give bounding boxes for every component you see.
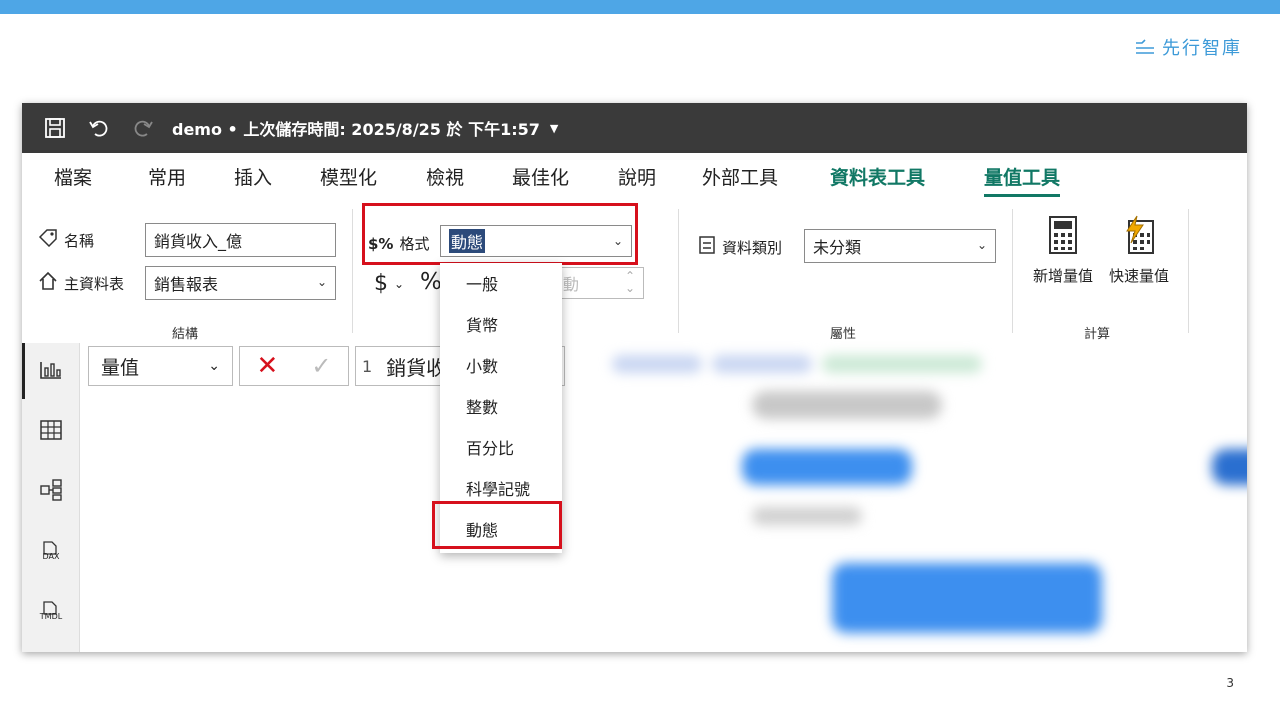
currency-button[interactable]: $ ⌄ [374,271,404,296]
data-category-select[interactable]: 未分類 ⌄ [804,229,996,263]
cancel-icon[interactable]: ✕ [257,351,279,381]
chevron-down-icon: ⌄ [316,275,327,289]
name-label: 名稱 [64,231,95,250]
stepper-icon: ⌃ ⌄ [624,269,635,295]
field-selector-value: 量值 [101,356,140,379]
field-selector[interactable]: 量值 ⌄ [88,346,233,386]
slide-top-bar [0,0,1280,14]
format-option-general[interactable]: 一般 [466,271,498,295]
new-measure-button[interactable]: 新增量值 [1026,215,1100,286]
blurred-chip [822,355,982,373]
chevron-down-icon: ⌄ [394,276,405,291]
calculations-group-label: 計算 [1084,327,1111,342]
decimal-value: 動 [563,275,580,294]
tab-external-tools[interactable]: 外部工具 [702,163,778,190]
title-bar: demo • 上次儲存時間: 2025/8/25 於 下午1:57 ▼ [22,103,1247,153]
data-category-label: 資料類別 [722,238,783,257]
home-table-value: 銷售報表 [154,275,219,294]
blurred-chip [712,355,812,373]
tab-file[interactable]: 檔案 [54,163,92,190]
ribbon: 名稱 銷貨收入_億 主資料表 銷售報表 ⌄ 結構 $% 格式 動態 ⌄ $ ⌄ … [22,199,1247,343]
name-field[interactable]: 銷貨收入_億 [145,223,336,257]
structure-group-label: 結構 [172,327,199,342]
currency-symbol: $ [374,271,388,296]
tab-help[interactable]: 說明 [618,163,656,190]
model-view-icon[interactable] [36,475,66,505]
chevron-down-icon[interactable]: ▼ [550,122,558,135]
percent-button[interactable]: % [420,269,442,295]
tab-view[interactable]: 檢視 [426,163,464,190]
format-option-currency[interactable]: 貨幣 [466,312,498,336]
active-view-indicator [22,343,25,399]
percent-symbol: % [420,269,442,295]
tab-insert[interactable]: 插入 [234,163,272,190]
blurred-button [1212,449,1247,485]
table-view-icon[interactable] [36,415,66,445]
blurred-text [752,507,862,525]
ribbon-tabs: 檔案 常用 插入 模型化 檢視 最佳化 說明 外部工具 資料表工具 量值工具 [22,153,1247,199]
dax-query-view-icon[interactable]: DAX [36,535,66,565]
tab-measure-tools[interactable]: 量值工具 [984,163,1061,197]
blurred-heading [752,391,942,419]
divider [678,209,679,333]
report-view-icon[interactable] [36,355,66,385]
quick-measure-icon [1121,215,1157,259]
dax-label: DAX [42,551,60,561]
quick-measure-label: 快速量值 [1108,267,1169,285]
data-category-value: 未分類 [813,238,862,257]
data-category-label-wrap: 資料類別 [698,235,782,259]
divider [1188,209,1189,333]
formula-expression: 銷貨收 [386,355,447,380]
formula-actions: ✕ ✓ [239,346,349,386]
quick-measure-button[interactable]: 快速量值 [1102,215,1176,286]
format-option-whole-number[interactable]: 整數 [466,394,498,418]
home-table-select[interactable]: 銷售報表 ⌄ [145,266,336,300]
divider [352,209,353,333]
left-view-rail: DAX TMDL [22,343,80,652]
undo-icon[interactable] [86,115,112,141]
calculator-icon [1048,215,1078,259]
page-number: 3 [1226,676,1234,690]
commit-icon[interactable]: ✓ [311,352,331,380]
format-option-scientific[interactable]: 科學記號 [466,476,530,500]
properties-group-label: 屬性 [830,327,857,342]
name-label-wrap: 名稱 [38,229,94,251]
new-measure-label: 新增量值 [1032,267,1093,285]
tab-home[interactable]: 常用 [148,163,186,190]
tab-modeling[interactable]: 模型化 [320,163,377,190]
chevron-down-icon: ⌄ [208,358,220,374]
home-table-label-wrap: 主資料表 [38,271,124,295]
blurred-background-content [582,343,1247,652]
name-value: 銷貨收入_億 [154,232,243,251]
brand-mark-icon [1136,39,1154,54]
tab-optimize[interactable]: 最佳化 [512,163,569,190]
data-category-icon [698,235,716,259]
tab-table-tools[interactable]: 資料表工具 [830,163,925,190]
blurred-bar [832,563,1102,633]
tmdl-label: TMDL [39,611,63,621]
home-icon [38,271,58,295]
format-option-decimal[interactable]: 小數 [466,353,498,377]
redo-icon[interactable] [130,115,156,141]
chevron-down-icon: ⌄ [976,238,987,252]
brand-logo: 先行智庫 [1134,34,1242,60]
brand-name: 先行智庫 [1162,38,1242,59]
save-icon[interactable] [42,115,68,141]
tag-icon [38,229,58,251]
home-table-label: 主資料表 [64,274,125,293]
blurred-chip [612,355,702,373]
format-option-percentage[interactable]: 百分比 [466,435,514,459]
divider [1012,209,1013,333]
blurred-button [742,449,912,485]
tmdl-view-icon[interactable]: TMDL [36,595,66,625]
window-title: demo • 上次儲存時間: 2025/8/25 於 下午1:57 [172,120,540,139]
formula-line-number: 1 [362,356,373,376]
dynamic-option-highlight-box [432,501,562,549]
format-highlight-box [362,203,638,265]
app-screenshot: demo • 上次儲存時間: 2025/8/25 於 下午1:57 ▼ 檔案 常… [22,103,1247,652]
